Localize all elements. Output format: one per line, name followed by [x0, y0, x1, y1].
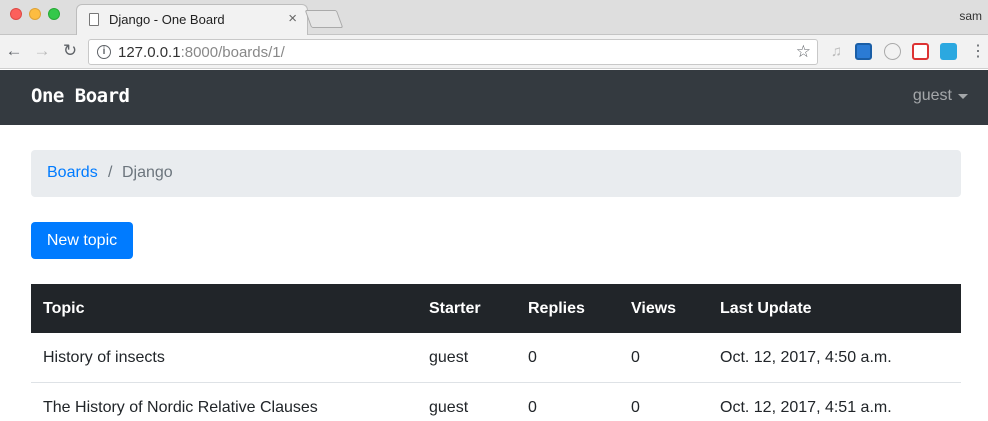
tab-title: Django - One Board	[109, 12, 225, 27]
window-maximize-button[interactable]	[48, 8, 60, 20]
starter-cell: guest	[429, 349, 469, 366]
browser-titlebar: Django - One Board × sam	[0, 0, 988, 36]
tab-close-icon[interactable]: ×	[288, 11, 297, 27]
table-row: The History of Nordic Relative Clauses g…	[31, 383, 961, 421]
topic-cell[interactable]: History of insects	[43, 349, 165, 367]
replies-cell: 0	[528, 349, 537, 366]
back-arrow-icon[interactable]: ←	[4, 41, 24, 61]
browser-tab[interactable]: Django - One Board ×	[76, 4, 308, 36]
site-navbar: One Board guest	[0, 70, 988, 125]
window-close-button[interactable]	[10, 8, 22, 20]
circle-extension-icon[interactable]	[884, 43, 901, 60]
views-cell: 0	[631, 399, 640, 416]
media-extension-icon[interactable]	[912, 43, 929, 60]
replies-cell: 0	[528, 399, 537, 416]
table-row: History of insects guest 0 0 Oct. 12, 20…	[31, 333, 961, 383]
reload-icon[interactable]: ↻	[60, 41, 80, 61]
brand-logo[interactable]: One Board	[31, 85, 130, 107]
url-path: :8000/boards/1/	[180, 44, 285, 61]
new-tab-button[interactable]	[304, 10, 344, 28]
document-icon	[89, 13, 99, 26]
bookmark-star-icon[interactable]: ☆	[796, 42, 811, 62]
header-replies: Replies	[528, 300, 585, 317]
site-info-icon[interactable]: i	[97, 45, 111, 59]
header-topic: Topic	[43, 300, 85, 317]
address-bar[interactable]: i 127.0.0.1:8000/boards/1/ ☆	[88, 39, 818, 65]
user-dropdown[interactable]: guest	[912, 87, 968, 105]
window-minimize-button[interactable]	[29, 8, 41, 20]
starter-cell: guest	[429, 399, 469, 416]
last-update-cell: Oct. 12, 2017, 4:51 a.m.	[720, 399, 892, 416]
book-extension-icon[interactable]	[940, 43, 957, 60]
header-last-update: Last Update	[720, 300, 812, 317]
breadcrumb: Boards / Django	[31, 150, 961, 197]
views-cell: 0	[631, 349, 640, 366]
url-host: 127.0.0.1	[118, 44, 181, 61]
caret-down-icon	[958, 94, 968, 99]
music-extension-icon[interactable]: ♫	[828, 43, 845, 60]
header-starter: Starter	[429, 300, 481, 317]
browser-menu-icon[interactable]: ⋮	[970, 43, 986, 60]
breadcrumb-boards-link[interactable]: Boards	[47, 164, 98, 182]
header-views: Views	[631, 300, 677, 317]
breadcrumb-current: Django	[122, 164, 173, 181]
url-text[interactable]: 127.0.0.1:8000/boards/1/	[118, 44, 285, 61]
user-dropdown-label: guest	[912, 87, 952, 104]
topics-table: Topic Starter Replies Views Last Update …	[31, 284, 961, 421]
table-header: Topic Starter Replies Views Last Update	[31, 284, 961, 333]
new-topic-button[interactable]: New topic	[31, 222, 133, 259]
screenshot-extension-icon[interactable]	[855, 43, 872, 60]
browser-toolbar: ← → ↻ i 127.0.0.1:8000/boards/1/ ☆ ♫ ⋮	[0, 35, 988, 69]
profile-name[interactable]: sam	[959, 9, 982, 23]
breadcrumb-separator: /	[108, 164, 113, 181]
topic-cell[interactable]: The History of Nordic Relative Clauses	[43, 399, 318, 417]
last-update-cell: Oct. 12, 2017, 4:50 a.m.	[720, 349, 892, 366]
forward-arrow-icon[interactable]: →	[32, 41, 52, 61]
